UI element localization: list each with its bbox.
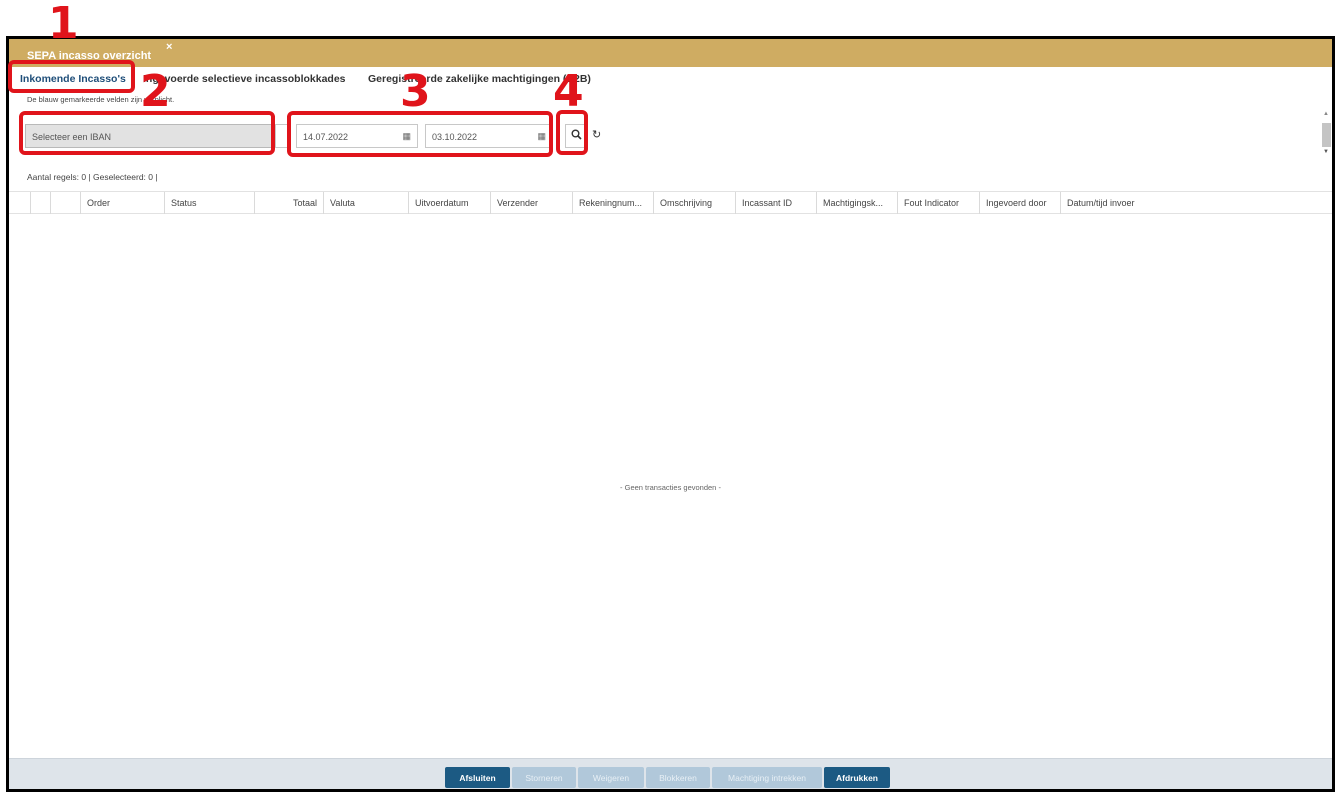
subtab-bar: Inkomende Incasso's Ingevoerde selectiev… [9,67,1332,93]
column-header-machtigingskenmerk[interactable]: Machtigingsk... [817,192,898,214]
table-header: Order Status Totaal Valuta Uitvoerdatum … [9,191,1332,214]
storneren-button[interactable]: Storneren [512,767,576,788]
title-bar: SEPA incasso overzicht × [9,39,1332,67]
column-header-totaal[interactable]: Totaal [255,192,324,214]
empty-table-message: - Geen transacties gevonden - [620,483,721,492]
column-header-uitvoerdatum[interactable]: Uitvoerdatum [409,192,491,214]
close-icon[interactable]: × [166,41,172,53]
tab-selectieve-incassoblokkades[interactable]: Ingevoerde selectieve incassoblokkades [143,73,346,85]
column-header-incassant-id[interactable]: Incassant ID [736,192,817,214]
annotation-number-3: 3 [400,66,431,117]
scrollbar-thumb[interactable] [1322,123,1331,147]
annotation-number-4: 4 [553,66,584,117]
column-header-omschrijving[interactable]: Omschrijving [654,192,736,214]
reset-icon[interactable]: ↻ [592,128,601,141]
column-header-datum-tijd-invoer[interactable]: Datum/tijd invoer [1061,192,1331,214]
row-count: Aantal regels: 0 | Geselecteerd: 0 | [27,172,158,182]
afsluiten-button[interactable]: Afsluiten [445,767,510,788]
scrollbar[interactable]: ▲ ▼ [1322,111,1331,159]
blokkeren-button[interactable]: Blokkeren [646,767,710,788]
header-flag-column [51,192,81,214]
header-select-column[interactable] [31,192,51,214]
column-header-valuta[interactable]: Valuta [324,192,409,214]
column-header-rekeningnummer[interactable]: Rekeningnum... [573,192,654,214]
annotation-box-1 [8,60,135,93]
weigeren-button[interactable]: Weigeren [578,767,644,788]
scroll-up-icon[interactable]: ▲ [1323,111,1329,117]
footer-toolbar: Afsluiten Storneren Weigeren Blokkeren M… [9,758,1332,789]
column-header-fout-indicator[interactable]: Fout Indicator [898,192,980,214]
annotation-number-1: 1 [48,0,79,49]
machtiging-intrekken-button[interactable]: Machtiging intrekken [712,767,822,788]
column-header-verzender[interactable]: Verzender [491,192,573,214]
column-header-order[interactable]: Order [81,192,165,214]
annotation-box-3 [287,111,553,157]
column-header-ingevoerd-door[interactable]: Ingevoerd door [980,192,1061,214]
annotation-box-2 [19,111,275,155]
afdrukken-button[interactable]: Afdrukken [824,767,890,788]
scroll-down-icon[interactable]: ▼ [1323,149,1329,155]
header-expand-column [9,192,31,214]
column-header-status[interactable]: Status [165,192,255,214]
annotation-number-2: 2 [140,66,171,117]
